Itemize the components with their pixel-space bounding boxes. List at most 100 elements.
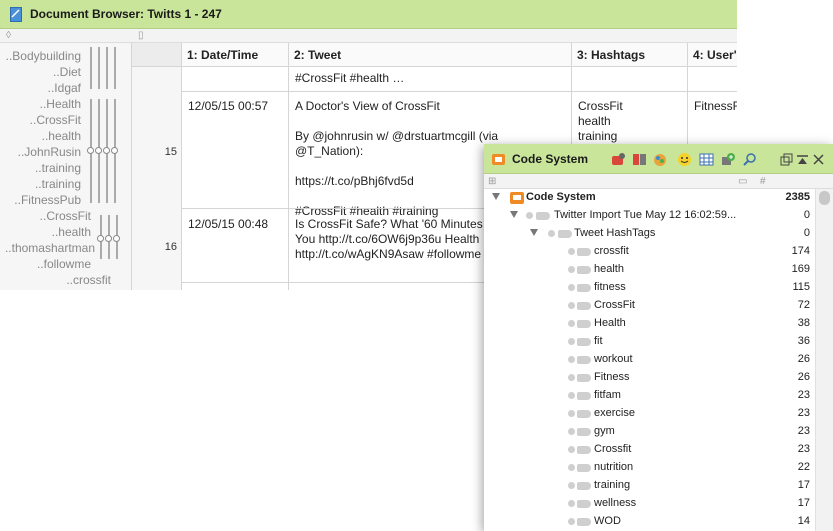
code-row[interactable]: fit 36: [484, 333, 814, 351]
code-dot-icon: [568, 356, 575, 363]
code-row[interactable]: Fitness 26: [484, 369, 814, 387]
code-system-icon: [492, 154, 505, 165]
tree-label[interactable]: ..health: [42, 129, 81, 143]
memo-column-icon: ▭: [738, 176, 748, 187]
code-tag-icon: [577, 320, 591, 328]
maximize-icon[interactable]: [795, 152, 810, 167]
code-count: 17: [797, 479, 810, 491]
tree-label[interactable]: ..training: [35, 161, 81, 175]
tree-label[interactable]: ..Idgaf: [48, 81, 81, 95]
code-count: 23: [797, 425, 810, 437]
count-column-icon: #: [760, 176, 766, 187]
document-browser-subbar: ◊ ▯: [0, 29, 737, 43]
code-count: 174: [791, 245, 810, 257]
code-row-root[interactable]: Code System 2385: [484, 189, 814, 207]
code-list-scrollbar[interactable]: [815, 189, 833, 531]
code-row[interactable]: gym 23: [484, 423, 814, 441]
code-count: 0: [803, 209, 810, 221]
code-tag-icon: [577, 338, 591, 346]
tree-label[interactable]: ..thomashartman: [5, 241, 95, 255]
tree-label[interactable]: ..FitnessPub: [14, 193, 81, 207]
search-icon[interactable]: [742, 152, 757, 167]
code-count: 23: [797, 407, 810, 419]
code-system-title: Code System: [512, 152, 589, 166]
scrollbar-thumb[interactable]: [819, 191, 830, 205]
code-tag-icon: [577, 356, 591, 364]
code-row[interactable]: exercise 23: [484, 405, 814, 423]
code-row[interactable]: CrossFit 72: [484, 297, 814, 315]
code-row[interactable]: Health 38: [484, 315, 814, 333]
tweet-cell[interactable]: #CrossFit #health …: [289, 71, 569, 86]
code-row[interactable]: workout 26: [484, 351, 814, 369]
column-header-user[interactable]: 4: User's: [688, 43, 737, 67]
code-row[interactable]: Crossfit 23: [484, 441, 814, 459]
code-row[interactable]: nutrition 22: [484, 459, 814, 477]
document-browser-titlebar[interactable]: Document Browser: Twitts 1 - 247: [0, 0, 737, 29]
code-dot-icon: [568, 500, 575, 507]
table-icon[interactable]: [699, 152, 714, 167]
code-label: fitness: [594, 281, 626, 293]
user-cell[interactable]: FitnessF: [688, 99, 737, 114]
collapse-triangle-icon[interactable]: [530, 229, 538, 236]
code-row[interactable]: training 17: [484, 477, 814, 495]
code-tag-icon: [577, 248, 591, 256]
row-divider: [182, 91, 737, 92]
code-tag-icon: [577, 392, 591, 400]
code-dot-icon: [568, 428, 575, 435]
code-row[interactable]: crossfit 174: [484, 243, 814, 261]
code-count: 169: [791, 263, 810, 275]
column-header-tweet[interactable]: 2: Tweet: [289, 43, 572, 67]
code-set-icon[interactable]: [632, 152, 647, 167]
code-row[interactable]: wellness 17: [484, 495, 814, 513]
close-icon[interactable]: [811, 152, 826, 167]
code-row[interactable]: Twitter Import Tue May 12 16:02:59... 0: [484, 207, 814, 225]
code-tag-icon: [536, 212, 550, 220]
new-code-icon[interactable]: [611, 152, 626, 167]
add-code-icon[interactable]: [721, 152, 736, 167]
tree-label[interactable]: ..Health: [40, 97, 81, 111]
tree-label[interactable]: ..training: [35, 177, 81, 191]
code-label: Twitter Import Tue May 12 16:02:59...: [554, 209, 737, 221]
column-header-hashtags[interactable]: 3: Hashtags: [572, 43, 688, 67]
code-label: Fitness: [594, 371, 630, 383]
tree-label[interactable]: ..CrossFit: [40, 209, 91, 223]
color-code-icon[interactable]: [653, 152, 668, 167]
detach-window-icon[interactable]: [779, 152, 794, 167]
code-count: 115: [792, 281, 810, 293]
hashtags-cell[interactable]: CrossFit health training: [572, 99, 686, 144]
collapse-triangle-icon[interactable]: [492, 193, 500, 200]
column-header-datetime[interactable]: 1: Date/Time: [182, 43, 289, 67]
code-row[interactable]: fitfam 23: [484, 387, 814, 405]
code-system-titlebar[interactable]: Code System: [484, 144, 833, 174]
collapse-triangle-icon[interactable]: [510, 211, 518, 218]
tree-connector: [114, 47, 116, 89]
code-row[interactable]: Tweet HashTags 0: [484, 225, 814, 243]
code-row[interactable]: fitness 115: [484, 279, 814, 297]
emoticon-icon[interactable]: [677, 152, 692, 167]
tree-node-dot: [103, 147, 110, 154]
tree-label[interactable]: ..followme: [37, 257, 91, 271]
code-label: fit: [594, 335, 603, 347]
datetime-cell[interactable]: 12/05/15 00:48: [182, 217, 286, 232]
datetime-cell[interactable]: 12/05/15 00:57: [182, 99, 286, 114]
diamond-icon: ◊: [6, 30, 11, 41]
tree-label[interactable]: ..JohnRusin: [18, 145, 81, 159]
tree-label[interactable]: ..Bodybuilding: [6, 49, 81, 63]
tree-node-dot: [97, 235, 104, 242]
code-tag-icon: [577, 464, 591, 472]
document-icon: [10, 6, 22, 22]
row-number: 15: [164, 146, 177, 158]
code-row[interactable]: WOD 14: [484, 513, 814, 531]
tree-label[interactable]: ..Diet: [53, 65, 81, 79]
tree-connector: [106, 47, 108, 89]
row-number: 16: [164, 241, 177, 253]
code-row[interactable]: health 169: [484, 261, 814, 279]
code-system-subbar: ⊞ ▭ #: [484, 174, 833, 189]
tree-label[interactable]: ..crossfit: [66, 273, 111, 287]
code-dot-icon: [568, 482, 575, 489]
tree-label[interactable]: ..CrossFit: [30, 113, 81, 127]
code-count: 72: [797, 299, 810, 311]
code-tag-icon: [577, 410, 591, 418]
tree-label[interactable]: ..health: [52, 225, 91, 239]
code-dot-icon: [568, 446, 575, 453]
